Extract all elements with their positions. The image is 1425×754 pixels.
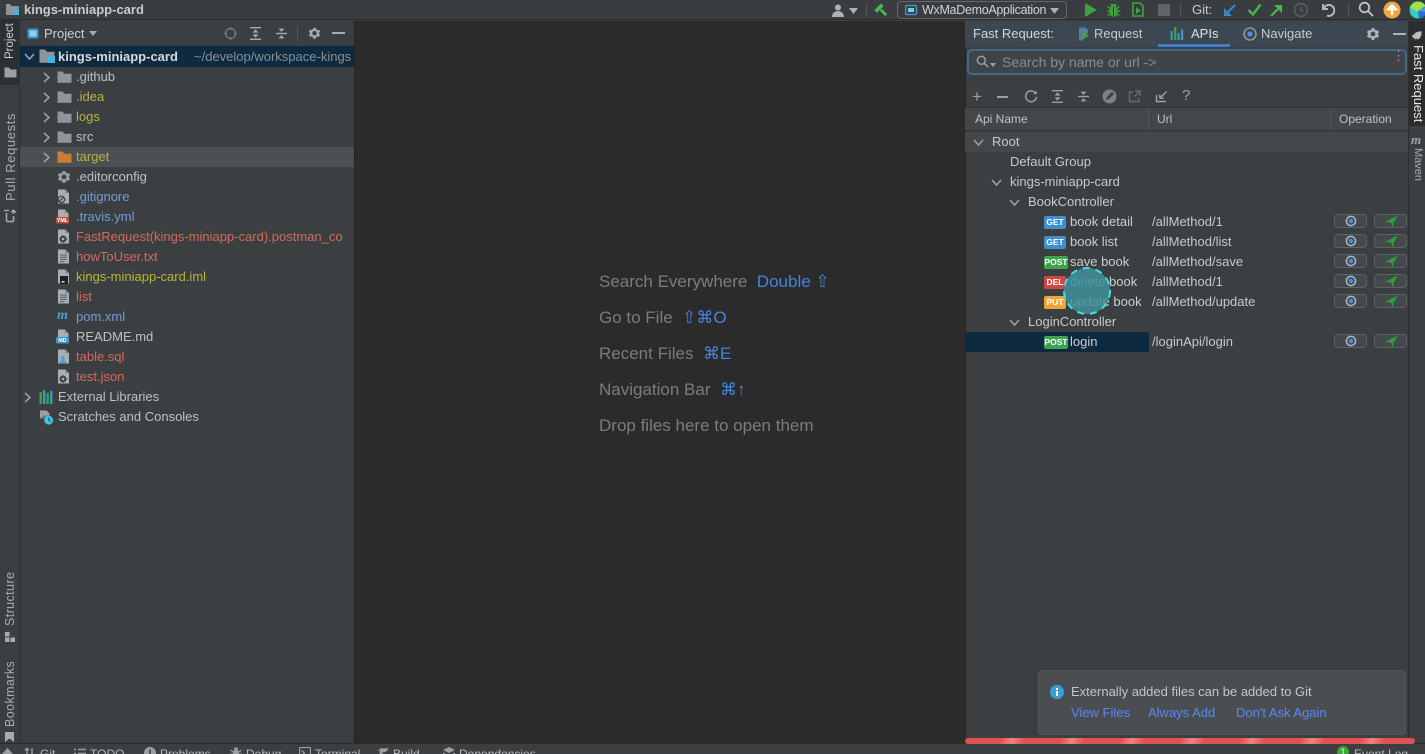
svg-text:YML: YML xyxy=(57,218,69,224)
svg-text:MD: MD xyxy=(58,338,66,344)
